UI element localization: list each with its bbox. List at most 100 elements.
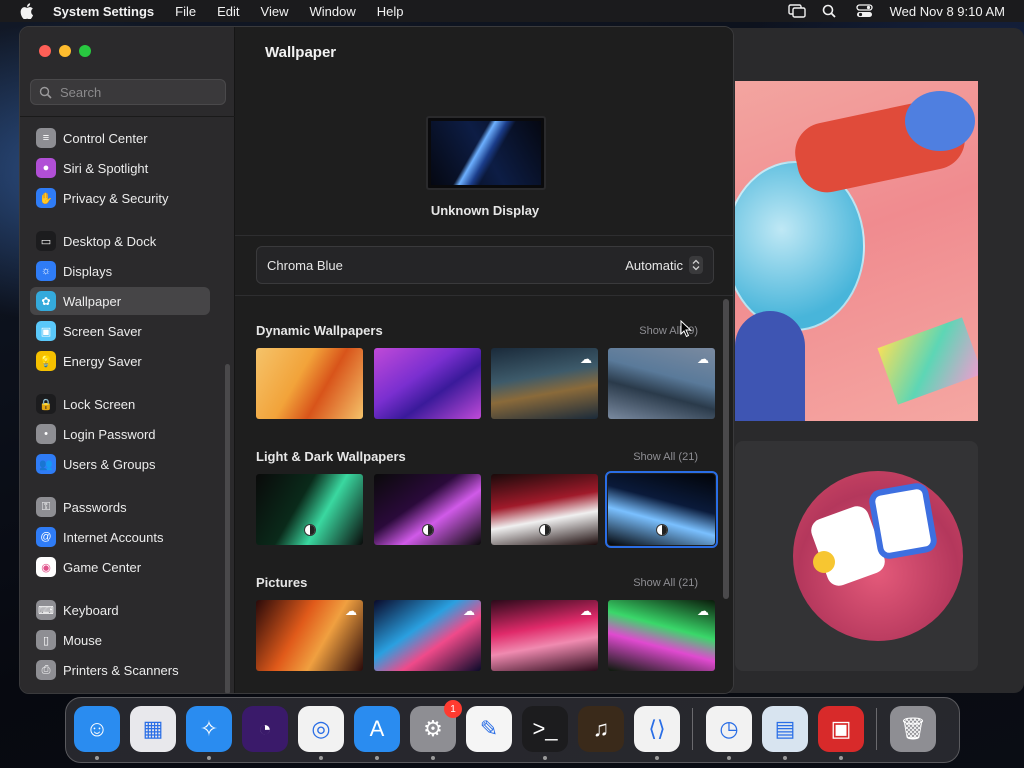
wallpaper-thumbnail-monterey-purple[interactable] [374, 348, 481, 419]
sidebar-item-energy-saver[interactable]: 💡 Energy Saver [30, 347, 210, 375]
wallpaper-thumbnail-purple-lines[interactable] [374, 474, 481, 545]
menu-view[interactable]: View [261, 4, 289, 19]
wallpaper-thumbnail-red-swoosh[interactable] [491, 474, 598, 545]
energy-saver-icon: 💡 [36, 351, 56, 371]
vscode-icon[interactable]: ⟨⟩ [634, 706, 680, 752]
photo-booth-icon[interactable]: ▣ [818, 706, 864, 752]
sidebar-item-keyboard[interactable]: ⌨ Keyboard [30, 596, 210, 624]
running-indicator [783, 756, 787, 760]
control-center-toggle-icon[interactable] [855, 4, 874, 18]
chrome-icon[interactable]: ◎ [298, 706, 344, 752]
sidebar-item-game-center[interactable]: ◉ Game Center [30, 553, 210, 581]
sidebar-item-label: Login Password [63, 426, 156, 442]
show-all-button[interactable]: Show All (21) [633, 577, 698, 589]
textedit-icon[interactable]: ✎ [466, 706, 512, 752]
light-dark-icon [422, 524, 434, 536]
notification-badge: 1 [444, 700, 462, 718]
wallpaper-thumbnail-catalina-island[interactable]: ☁ [608, 348, 715, 419]
preview-icon[interactable]: ▤ [762, 706, 808, 752]
appearance-mode-select[interactable]: Automatic [625, 258, 683, 273]
app-store-icon[interactable]: A [354, 706, 400, 752]
wallpaper-thumbnail-green-lines[interactable] [256, 474, 363, 545]
sidebar-item-label: Mouse [63, 632, 103, 648]
chevron-up-down-icon[interactable] [689, 256, 703, 274]
sidebar-item-screen-saver[interactable]: ▣ Screen Saver [30, 317, 210, 345]
sidebar-item-desktop-dock[interactable]: ▭ Desktop & Dock [30, 227, 210, 255]
sidebar-item-displays[interactable]: ☼ Displays [30, 257, 210, 285]
wallpaper-thumbnail-rainbow-flow[interactable]: ☁ [374, 600, 481, 671]
cloud-download-icon: ☁ [697, 604, 709, 618]
running-indicator [543, 756, 547, 760]
app-dot [813, 551, 835, 573]
users-icon: 👥 [36, 454, 56, 474]
display-preview[interactable] [426, 116, 546, 190]
divider [235, 235, 733, 236]
dock: ☺ ▦ ✧ ◔ ◎ A ⚙ 1 ✎ >_ ♫ ⟨⟩ ◷ ▤ ▣ 🗑 [65, 697, 960, 763]
hand-art [735, 311, 805, 421]
light-dark-icon [539, 524, 551, 536]
at-icon: @ [36, 527, 56, 547]
running-indicator [727, 756, 731, 760]
sidebar-item-passwords[interactable]: ⚿ Passwords [30, 493, 210, 521]
sidebar-scrollbar[interactable] [225, 364, 230, 693]
safari-icon[interactable]: ✧ [186, 706, 232, 752]
app-block [867, 481, 939, 561]
finder-icon[interactable]: ☺ [74, 706, 120, 752]
menu-file[interactable]: File [175, 4, 196, 19]
spotlight-search-icon[interactable] [822, 4, 840, 18]
sidebar-item-privacy-security[interactable]: ✋ Privacy & Security [30, 184, 210, 212]
firefox-icon[interactable]: ◔ [242, 706, 288, 752]
apple-logo-icon[interactable] [20, 3, 34, 19]
running-indicator [839, 756, 843, 760]
sidebar-item-control-center[interactable]: ≡ Control Center [30, 124, 210, 152]
menu-edit[interactable]: Edit [217, 4, 239, 19]
menu-app-name[interactable]: System Settings [53, 4, 154, 19]
sidebar-item-siri-spotlight[interactable]: ● Siri & Spotlight [30, 154, 210, 182]
sidebar-item-login-password[interactable]: • Login Password [30, 420, 210, 448]
show-all-button[interactable]: Show All (21) [633, 451, 698, 463]
menu-clock[interactable]: Wed Nov 8 9:10 AM [890, 4, 1005, 19]
close-window-button[interactable] [39, 45, 51, 57]
sidebar-item-lock-screen[interactable]: 🔒 Lock Screen [30, 390, 210, 418]
wallpaper-thumbnail-catalina-coast[interactable]: ☁ [491, 348, 598, 419]
wallpaper-thumbnail-ventura-orange[interactable] [256, 348, 363, 419]
menu-help[interactable]: Help [377, 4, 404, 19]
key-icon: ⚿ [36, 497, 56, 517]
minimize-window-button[interactable] [59, 45, 71, 57]
dock-separator [876, 708, 877, 750]
sidebar-item-wallpaper[interactable]: ✿ Wallpaper [30, 287, 210, 315]
search-icon [39, 86, 52, 99]
sidebar-item-mouse[interactable]: ▯ Mouse [30, 626, 210, 654]
launchpad-icon[interactable]: ▦ [130, 706, 176, 752]
screen-mirroring-icon[interactable] [787, 4, 806, 18]
zoom-window-button[interactable] [79, 45, 91, 57]
wallpaper-thumbnail-green-flow[interactable]: ☁ [608, 600, 715, 671]
display-preview-wallpaper [431, 121, 541, 185]
wallpaper-thumbnail-chroma-blue[interactable] [605, 471, 718, 548]
search-input[interactable] [60, 84, 210, 100]
menu-window[interactable]: Window [309, 4, 355, 19]
cloud-download-icon: ☁ [697, 352, 709, 366]
light-dark-icon [656, 524, 668, 536]
section-title: Dynamic Wallpapers [256, 323, 383, 338]
wallpaper-thumbnail-orange-flow[interactable]: ☁ [256, 600, 363, 671]
search-field[interactable] [30, 79, 226, 105]
sidebar-item-users-groups[interactable]: 👥 Users & Groups [30, 450, 210, 478]
garageband-icon[interactable]: ♫ [578, 706, 624, 752]
sidebar-item-printers-scanners[interactable]: ⎙ Printers & Scanners [30, 656, 210, 684]
display-name: Unknown Display [430, 203, 540, 218]
control-center-icon: ≡ [36, 128, 56, 148]
current-wallpaper-row: Chroma Blue Automatic [256, 246, 714, 284]
content-scrollbar[interactable] [723, 299, 729, 599]
trash-icon[interactable]: 🗑 [890, 706, 936, 752]
system-settings-icon[interactable]: ⚙ 1 [410, 700, 462, 752]
terminal-icon[interactable]: >_ [522, 706, 568, 752]
sidebar-item-label: Printers & Scanners [63, 662, 179, 678]
sidebar-item-internet-accounts[interactable]: @ Internet Accounts [30, 523, 210, 551]
sidebar-item-label: Users & Groups [63, 456, 156, 472]
system-settings-window: ≡ Control Center ● Siri & Spotlight ✋ Privacy… [19, 26, 734, 694]
running-indicator [207, 756, 211, 760]
clock-icon[interactable]: ◷ [706, 706, 752, 752]
hair-art [905, 91, 975, 151]
wallpaper-thumbnail-pink-flow[interactable]: ☁ [491, 600, 598, 671]
